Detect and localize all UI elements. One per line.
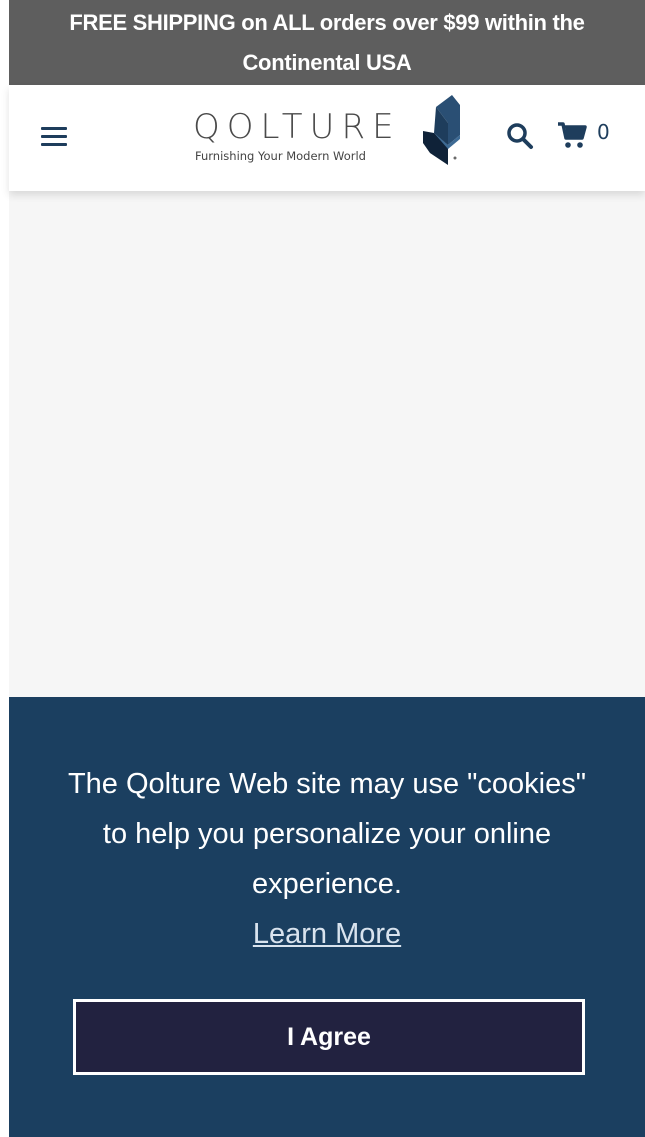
- cart-icon[interactable]: [557, 121, 587, 149]
- search-icon[interactable]: [505, 121, 535, 151]
- cookie-consent-banner: The Qolture Web site may use "cookies" t…: [9, 697, 645, 1137]
- learn-more-link[interactable]: Learn More: [9, 909, 645, 959]
- cart-count[interactable]: 0: [597, 120, 610, 144]
- cookie-message: The Qolture Web site may use "cookies" t…: [67, 768, 587, 900]
- hamburger-menu-icon[interactable]: [41, 127, 67, 147]
- agree-button[interactable]: I Agree: [73, 999, 585, 1075]
- logo-tagline: Furnishing Your Modern World: [195, 149, 366, 163]
- promo-banner: FREE SHIPPING on ALL orders over $99 wit…: [9, 0, 645, 85]
- logo-cube-icon: [423, 95, 460, 165]
- main-content-area: [9, 191, 645, 697]
- site-logo[interactable]: QOLTURE Furnishing Your Modern World: [193, 95, 473, 175]
- logo-wordmark: QOLTURE: [193, 107, 401, 147]
- promo-line-2: Continental USA: [242, 50, 412, 75]
- site-header: QOLTURE Furnishing Your Modern World 0: [9, 85, 645, 191]
- promo-line-1: FREE SHIPPING on ALL orders over $99 wit…: [69, 10, 585, 35]
